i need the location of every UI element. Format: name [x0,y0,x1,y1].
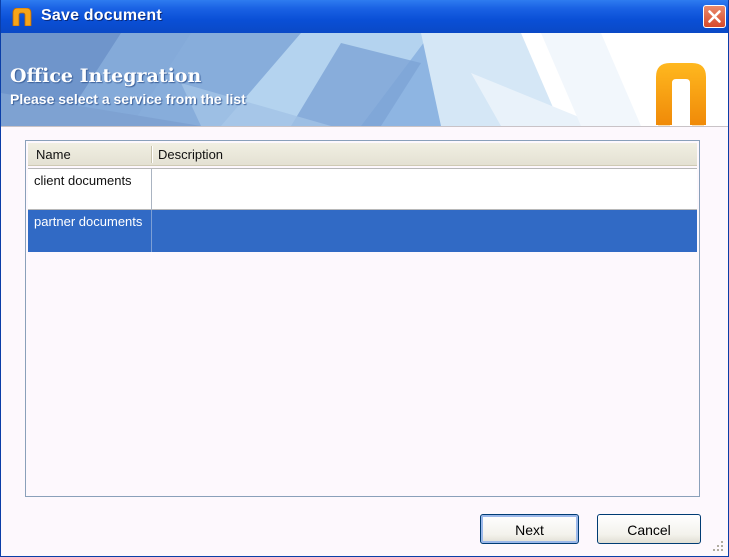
list-header: Name Description [28,143,697,166]
banner-separator [1,126,728,127]
list-row-client-documents[interactable]: client documents [28,168,697,211]
header-banner: Office Integration Please select a servi… [1,33,728,126]
app-icon [12,8,32,26]
row-name: client documents [34,173,132,188]
banner-title: Office Integration [10,65,202,87]
row-name: partner documents [34,214,143,229]
column-divider[interactable] [151,146,153,163]
cancel-button[interactable]: Cancel [597,514,701,544]
resize-grip-icon[interactable] [712,540,724,552]
service-list[interactable]: Name Description client documents partne… [25,140,700,497]
close-icon [708,10,721,23]
brand-logo-icon [656,63,706,126]
banner-subtitle: Please select a service from the list [10,91,246,107]
next-button[interactable]: Next [480,514,579,544]
window-title: Save document [41,7,162,24]
title-bar[interactable]: Save document [1,0,728,33]
close-button[interactable] [703,5,726,28]
row-divider [151,210,152,252]
column-header-name[interactable]: Name [36,147,71,162]
list-row-partner-documents[interactable]: partner documents [28,210,697,252]
save-document-dialog: Save document Office Integration Please … [0,0,729,557]
column-header-description[interactable]: Description [158,147,223,162]
row-divider [151,169,152,211]
